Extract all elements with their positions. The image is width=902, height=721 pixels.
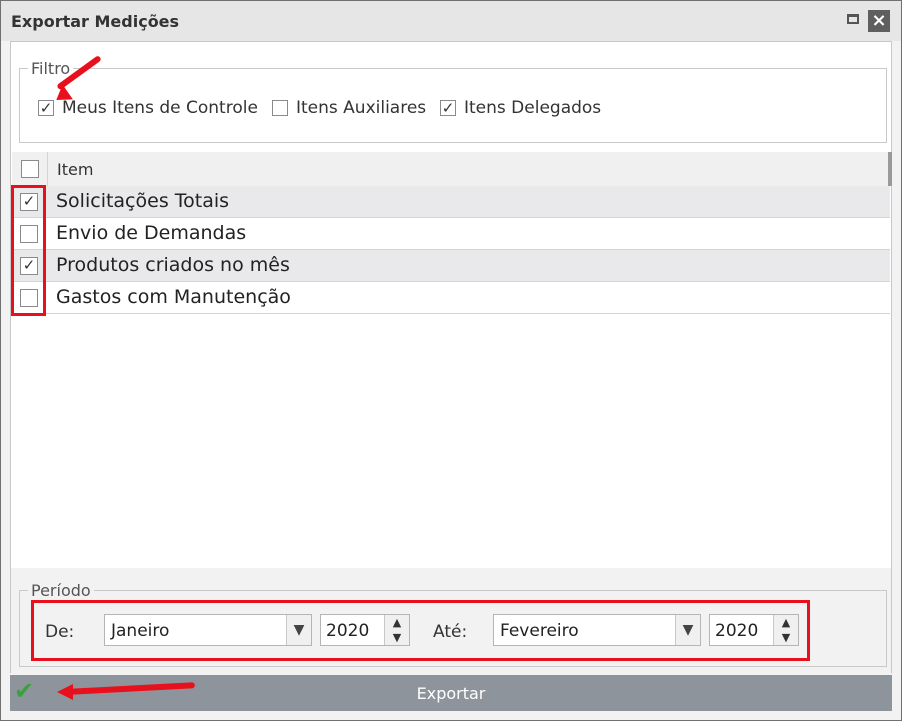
row-label: Produtos criados no mês: [56, 254, 290, 276]
column-header-item[interactable]: Item: [57, 160, 93, 179]
select-all-checkbox[interactable]: [21, 160, 39, 178]
table-row[interactable]: ✓ Solicitações Totais: [12, 186, 890, 218]
export-footer-button[interactable]: ✔ Exportar: [10, 675, 892, 711]
vertical-scrollbar[interactable]: [888, 152, 892, 186]
filter-label-meus-itens[interactable]: Meus Itens de Controle: [62, 98, 258, 118]
header-separator: [47, 152, 48, 186]
filter-checkbox-itens-auxiliares[interactable]: [272, 100, 288, 116]
filter-checkbox-meus-itens[interactable]: ✓: [38, 100, 54, 116]
highlight-box-period: [31, 600, 810, 661]
window-title: Exportar Medições: [11, 12, 180, 31]
row-label: Gastos com Manutenção: [56, 286, 291, 308]
period-legend: Período: [31, 581, 91, 600]
export-dialog: Exportar Medições × Filtro ✓ Meus Itens …: [0, 0, 902, 721]
title-bar: Exportar Medições ×: [1, 1, 901, 41]
row-label: Solicitações Totais: [56, 190, 230, 212]
annotation-arrowhead-export: [57, 684, 73, 700]
grid-header: Item: [12, 152, 890, 187]
row-label: Envio de Demandas: [56, 222, 247, 244]
filter-checkbox-itens-delegados[interactable]: ✓: [440, 100, 456, 116]
table-row[interactable]: ✓ Produtos criados no mês: [12, 250, 890, 282]
table-row[interactable]: Envio de Demandas: [12, 218, 890, 250]
table-row[interactable]: Gastos com Manutenção: [12, 282, 890, 314]
filter-label-itens-delegados[interactable]: Itens Delegados: [464, 98, 601, 118]
close-icon[interactable]: ×: [868, 10, 890, 32]
filter-label-itens-auxiliares[interactable]: Itens Auxiliares: [296, 98, 426, 118]
maximize-icon[interactable]: [847, 14, 859, 24]
highlight-box-checkboxes: [11, 185, 46, 316]
filter-legend: Filtro: [31, 59, 71, 78]
